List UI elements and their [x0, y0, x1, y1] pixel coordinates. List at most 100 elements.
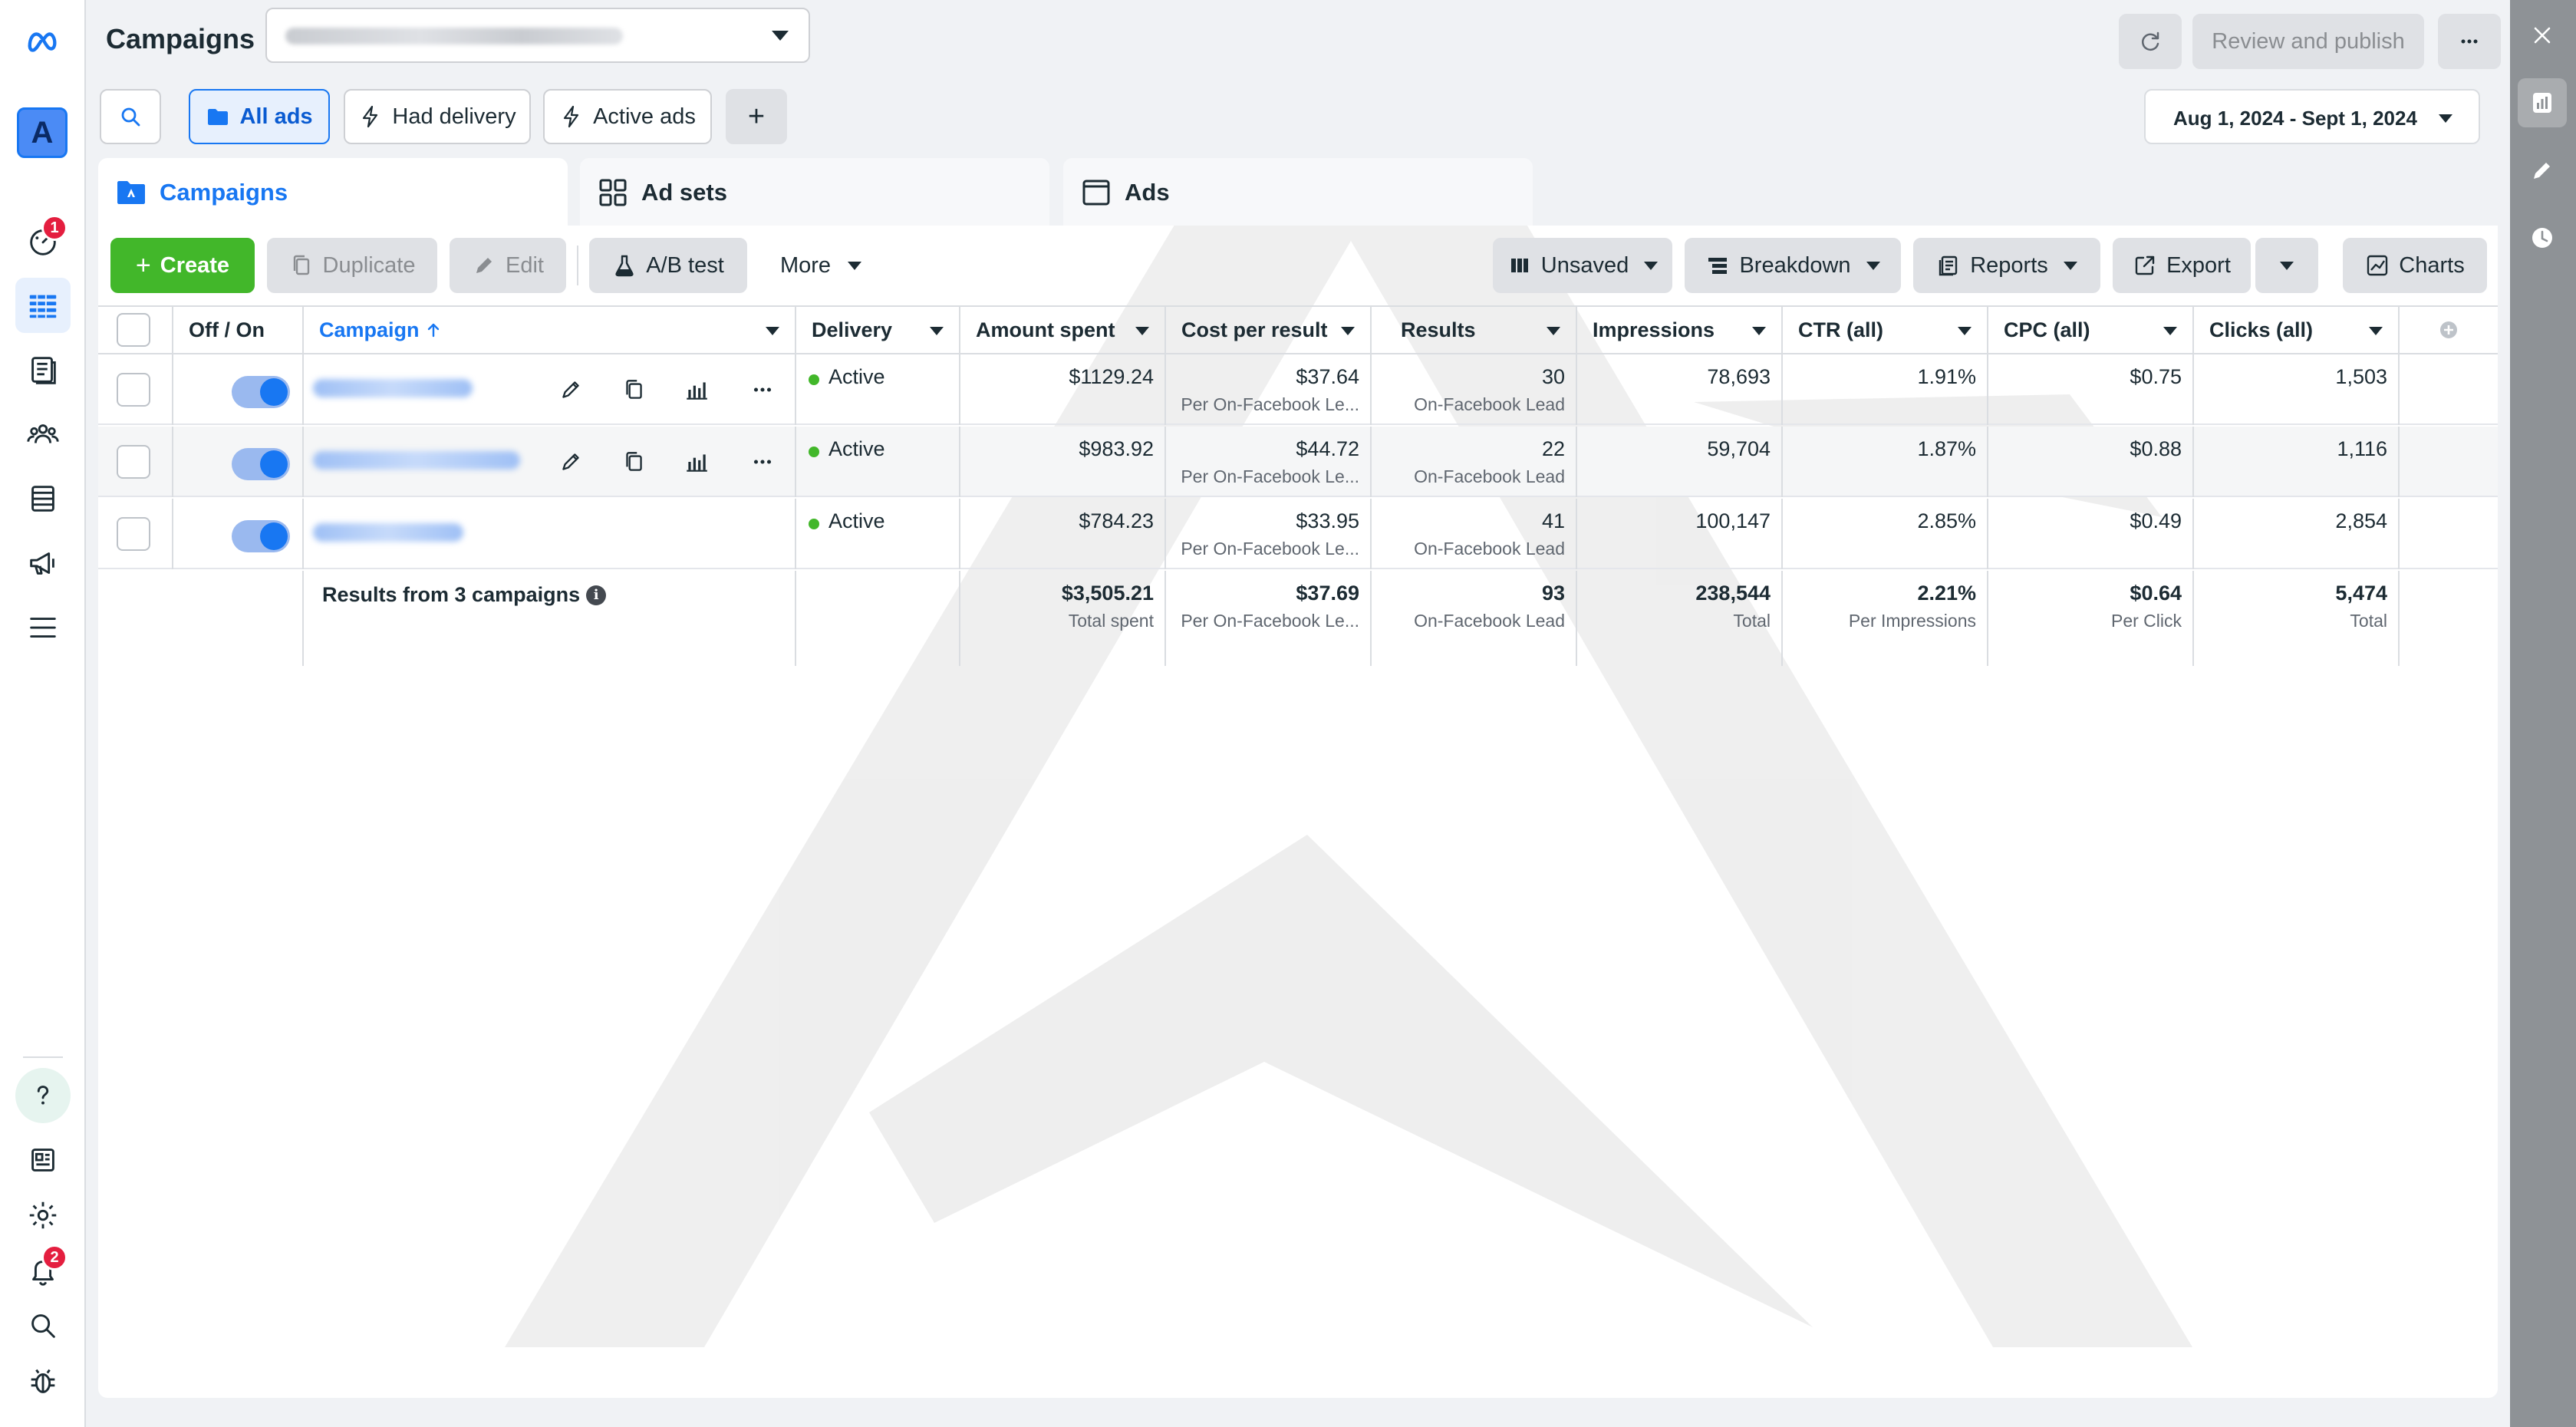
ad-account-select[interactable] — [265, 8, 810, 63]
nav-campaigns-table[interactable] — [15, 278, 71, 333]
nav-all-tools[interactable] — [15, 600, 71, 655]
export-button[interactable]: Export — [2113, 238, 2251, 293]
add-filter-button[interactable]: + — [726, 89, 787, 144]
tab-ad-sets[interactable]: Ad sets — [580, 158, 1049, 227]
table-row[interactable]: Active $983.92 $44.72 Per On-Facebook Le.… — [98, 427, 2498, 497]
edit-button[interactable]: Edit — [450, 238, 566, 293]
col-off-on[interactable]: Off / On — [173, 307, 304, 353]
create-button[interactable]: + Create — [110, 238, 255, 293]
tab-ads[interactable]: Ads — [1063, 158, 1533, 227]
nav-search[interactable] — [15, 1298, 71, 1353]
account-avatar[interactable]: A — [17, 107, 68, 158]
ab-test-button[interactable]: A/B test — [589, 238, 747, 293]
copy-icon — [626, 380, 642, 399]
row-more-button[interactable] — [746, 445, 779, 479]
totals-cost-per-result-cell: $37.69 Per On-Facebook Le... — [1166, 571, 1372, 666]
cost-per-result-value: $44.72 — [1296, 437, 1359, 460]
col-cost-per-result[interactable]: Cost per result — [1166, 307, 1372, 353]
view-charts-button[interactable] — [680, 373, 713, 407]
nav-pages[interactable] — [15, 342, 71, 397]
nav-report-bug[interactable] — [15, 1353, 71, 1409]
row-checkbox[interactable] — [117, 517, 150, 551]
nav-help[interactable] — [15, 1068, 71, 1123]
nav-settings[interactable] — [15, 1188, 71, 1243]
rail-charts-button[interactable] — [2518, 78, 2567, 127]
campaign-name-redacted[interactable] — [313, 379, 473, 397]
left-navigation: A 1 2 — [0, 0, 86, 1427]
filter-had-delivery-label: Had delivery — [392, 104, 516, 129]
filter-had-delivery[interactable]: Had delivery — [344, 89, 531, 144]
more-options-button[interactable] — [2438, 14, 2501, 69]
tab-campaigns[interactable]: Campaigns — [98, 158, 568, 227]
delivery-cell: Active — [796, 354, 960, 425]
filter-all-ads[interactable]: All ads — [189, 89, 330, 144]
export-icon — [2135, 255, 2155, 275]
cost-per-result-cell: $33.95 Per On-Facebook Le... — [1166, 499, 1372, 569]
flask-icon — [615, 255, 634, 277]
view-charts-button[interactable] — [680, 445, 713, 479]
top-header: Campaigns Review and publish All ads Had… — [86, 0, 2510, 144]
rail-edit-button[interactable] — [2518, 146, 2567, 195]
col-ctr[interactable]: CTR (all) — [1783, 307, 1988, 353]
col-campaign[interactable]: Campaign — [304, 307, 796, 353]
add-column-cell[interactable] — [2400, 307, 2498, 353]
col-cpc-label: CPC (all) — [2004, 318, 2090, 341]
campaign-toggle[interactable] — [232, 520, 290, 552]
totals-cpc: $0.64 — [2130, 582, 2182, 605]
nav-news[interactable] — [15, 1132, 71, 1188]
refresh-button[interactable] — [2119, 14, 2182, 69]
row-checkbox[interactable] — [117, 445, 150, 479]
review-publish-button[interactable]: Review and publish — [2192, 14, 2424, 69]
duplicate-row-button[interactable] — [617, 373, 651, 407]
chevron-down-icon — [1644, 261, 1659, 270]
edit-row-button[interactable] — [554, 445, 588, 479]
nav-billing[interactable] — [15, 471, 71, 526]
unsaved-label: Unsaved — [1540, 252, 1629, 278]
more-button[interactable]: More — [761, 238, 881, 293]
col-amount-spent[interactable]: Amount spent — [960, 307, 1166, 353]
col-delivery[interactable]: Delivery — [796, 307, 960, 353]
filter-all-ads-label: All ads — [239, 104, 313, 129]
ctr-value: 2.85% — [1917, 509, 1976, 532]
select-all-checkbox[interactable] — [117, 313, 150, 347]
add-column-icon — [2440, 321, 2457, 338]
nav-notifications[interactable]: 2 — [15, 1243, 71, 1298]
col-cpc[interactable]: CPC (all) — [1988, 307, 2194, 353]
row-more-button[interactable] — [746, 373, 779, 407]
date-range-picker[interactable]: Aug 1, 2024 - Sept 1, 2024 — [2144, 89, 2480, 144]
row-checkbox[interactable] — [117, 373, 150, 407]
campaign-toggle[interactable] — [232, 376, 290, 408]
meta-logo-icon[interactable] — [15, 14, 71, 69]
col-cost-per-result-label: Cost per result — [1181, 318, 1328, 341]
close-panel-button[interactable] — [2518, 11, 2567, 60]
rail-history-button[interactable] — [2518, 213, 2567, 262]
breakdown-button[interactable]: Breakdown — [1685, 238, 1901, 293]
nav-overview[interactable]: 1 — [15, 213, 71, 269]
cpc-cell: $0.75 — [1988, 354, 2194, 425]
toggle-knob — [260, 378, 288, 406]
table-row[interactable]: Active $784.23 $33.95 Per On-Facebook Le.… — [98, 499, 2498, 569]
campaign-name-redacted[interactable] — [313, 523, 463, 542]
nav-audiences[interactable] — [15, 407, 71, 462]
table-row[interactable]: Active $1129.24 $37.64 Per On-Facebook Le… — [98, 354, 2498, 425]
cpc-cell: $0.88 — [1988, 427, 2194, 497]
info-icon[interactable]: i — [586, 585, 607, 605]
campaign-toggle[interactable] — [232, 448, 290, 480]
columns-unsaved-button[interactable]: Unsaved — [1493, 238, 1672, 293]
campaign-name-redacted[interactable] — [313, 451, 520, 470]
edit-row-button[interactable] — [554, 373, 588, 407]
filter-active-ads[interactable]: Active ads — [543, 89, 712, 144]
nav-ads-manager[interactable] — [15, 536, 71, 591]
col-clicks[interactable]: Clicks (all) — [2194, 307, 2400, 353]
reports-button[interactable]: Reports — [1913, 238, 2100, 293]
search-button[interactable] — [100, 89, 161, 144]
ctr-value: 1.91% — [1917, 365, 1976, 388]
charts-button[interactable]: Charts — [2343, 238, 2487, 293]
duplicate-button[interactable]: Duplicate — [267, 238, 437, 293]
totals-cost-per-result: $37.69 — [1296, 582, 1359, 605]
export-options-button[interactable] — [2255, 238, 2318, 293]
col-results[interactable]: Results — [1372, 307, 1577, 353]
duplicate-row-button[interactable] — [617, 445, 651, 479]
col-impressions[interactable]: Impressions — [1577, 307, 1783, 353]
people-icon — [27, 424, 59, 443]
